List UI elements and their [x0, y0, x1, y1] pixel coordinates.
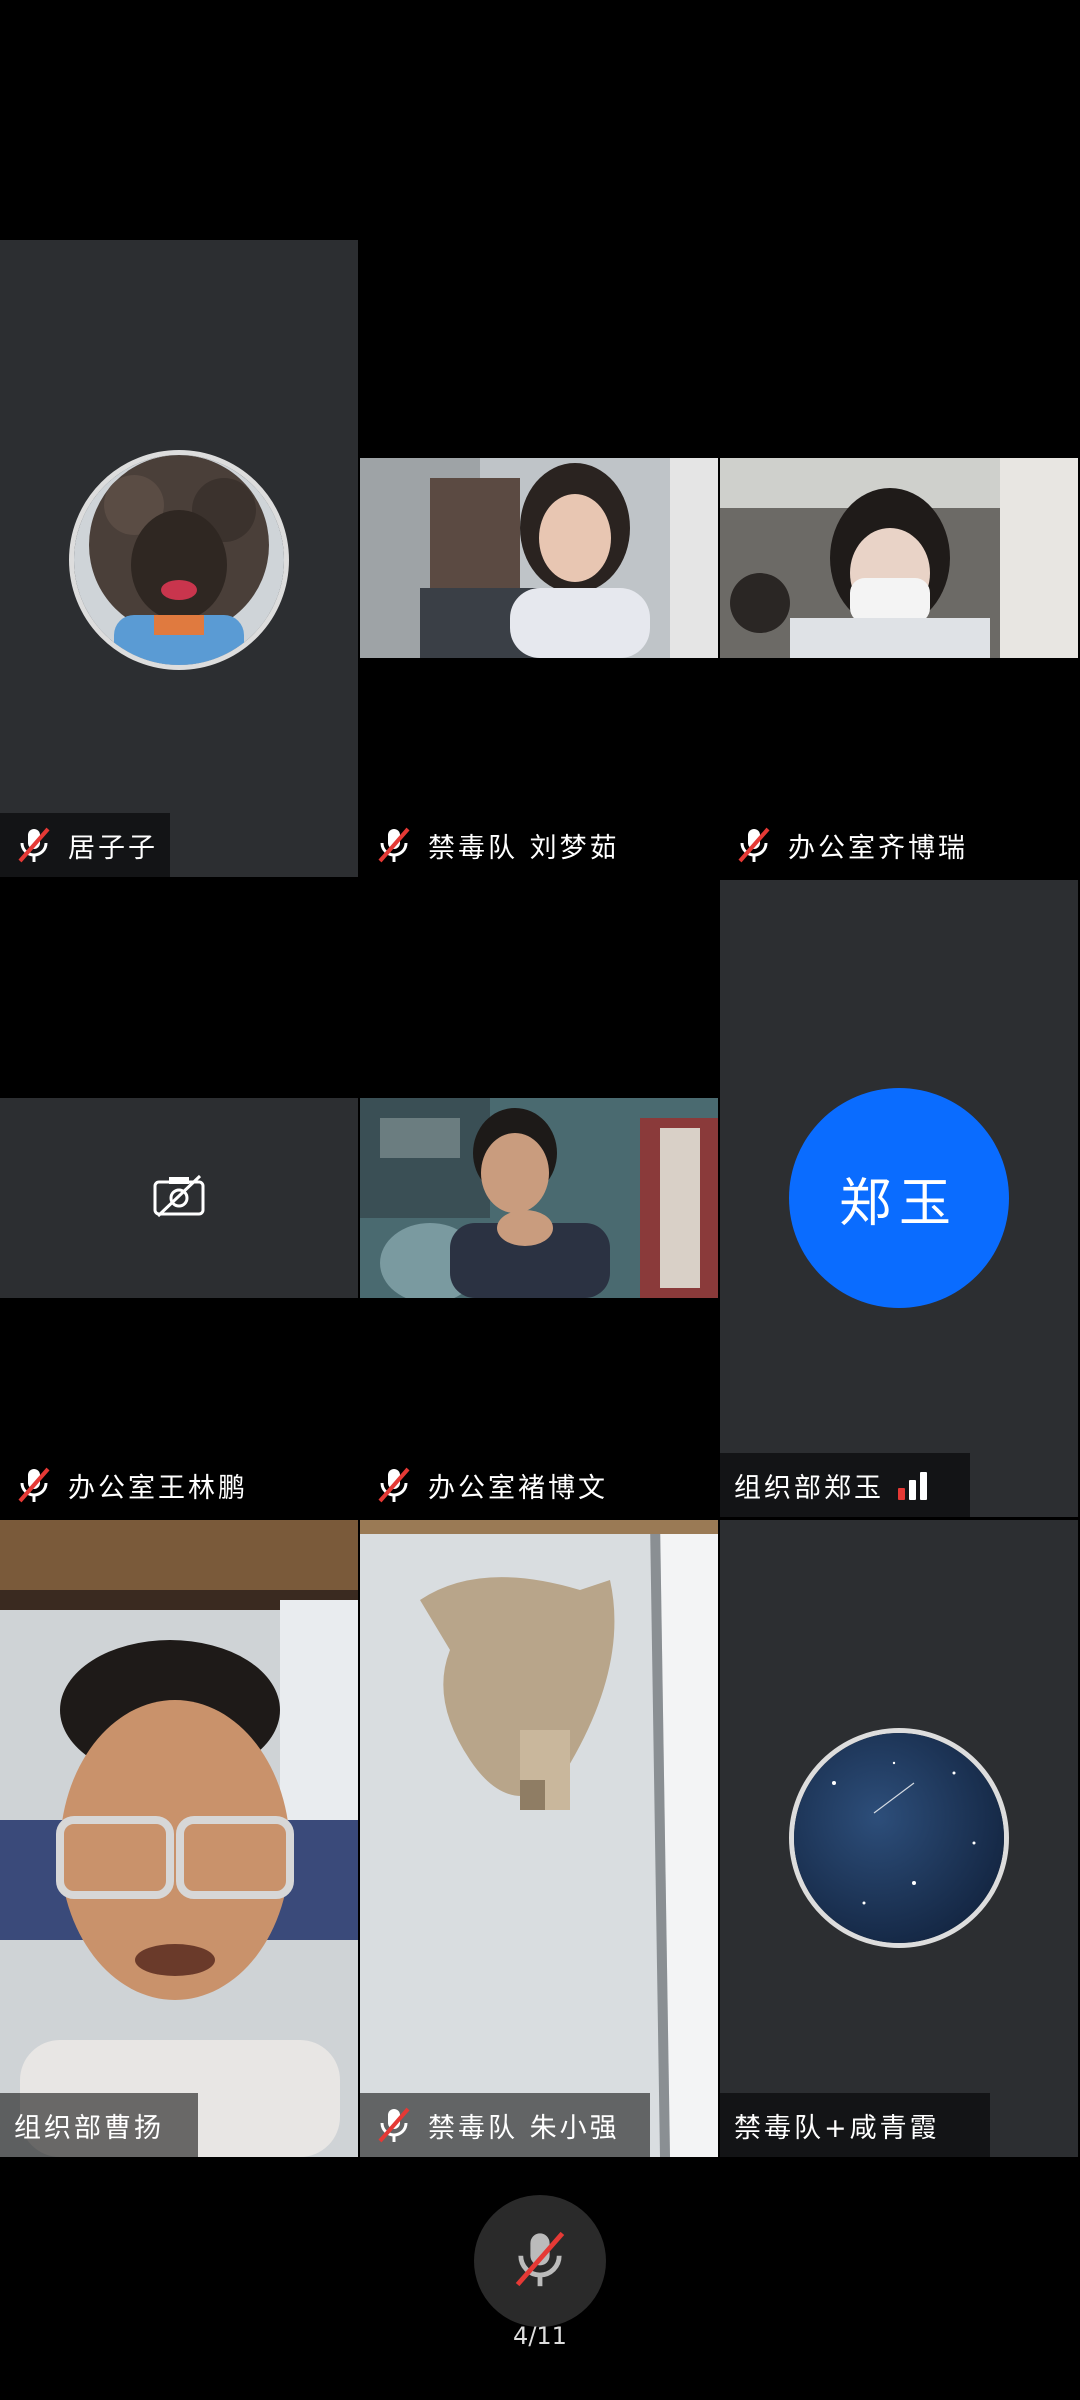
mic-off-icon — [508, 2227, 572, 2295]
participant-avatar — [69, 450, 289, 670]
participant-video — [360, 458, 718, 658]
mic-off-icon — [14, 825, 54, 865]
participant-tile-p8[interactable]: 禁毒队 朱小强 — [360, 1520, 718, 2157]
mic-off-icon — [374, 825, 414, 865]
participant-avatar: 郑玉 — [789, 1088, 1009, 1308]
mic-off-icon — [374, 2105, 414, 2145]
participant-name: 居子子 — [68, 832, 158, 864]
participant-video — [360, 1098, 718, 1303]
participant-name-bar: 办公室褚博文 — [360, 1453, 622, 1517]
avatar-initials: 郑玉 — [838, 1173, 959, 1234]
participant-name: 组织部郑玉 — [734, 1472, 884, 1504]
participant-name: 办公室王林鹏 — [68, 1472, 248, 1504]
participant-name-bar: 组织部郑玉 — [720, 1453, 970, 1517]
participant-tile-p7[interactable]: 组织部曹扬 — [0, 1520, 358, 2157]
mic-off-icon — [14, 1465, 54, 1505]
camera-off-icon — [152, 1174, 206, 1222]
mute-toggle-button[interactable] — [474, 2195, 606, 2327]
participant-name-bar: 居子子 — [0, 813, 170, 877]
participant-name: 禁毒队+咸青霞 — [734, 2112, 940, 2144]
participant-tile-p4[interactable]: 办公室王林鹏 — [0, 880, 358, 1517]
signal-strength-icon — [898, 1470, 927, 1500]
participant-avatar: 遇一个人真好心简单陪伴 — [789, 1728, 1009, 1948]
participant-video — [360, 1520, 718, 2157]
participant-tile-p2[interactable]: 禁毒队 刘梦茹 — [360, 240, 718, 877]
participant-name-bar: 禁毒队 刘梦茹 — [360, 813, 634, 877]
participant-tile-p9[interactable]: 遇一个人真好心简单陪伴 禁毒队+咸青霞 — [720, 1520, 1078, 2157]
participant-name: 禁毒队 刘梦茹 — [428, 832, 620, 864]
page-indicator: 4/11 — [513, 2322, 567, 2350]
participant-video — [720, 458, 1078, 658]
participant-name: 组织部曹扬 — [14, 2112, 164, 2144]
participant-name: 禁毒队 朱小强 — [428, 2112, 620, 2144]
participant-name-bar: 办公室齐博瑞 — [720, 813, 982, 877]
mic-off-icon — [374, 1465, 414, 1505]
participant-name-bar: 禁毒队 朱小强 — [360, 2093, 650, 2157]
participant-tile-p5[interactable]: 办公室褚博文 — [360, 880, 718, 1517]
participant-name: 办公室褚博文 — [428, 1472, 608, 1504]
participant-name-bar: 组织部曹扬 — [0, 2093, 198, 2157]
camera-off-panel — [0, 1098, 358, 1298]
participant-name-bar: 办公室王林鹏 — [0, 1453, 262, 1517]
participant-tile-p3[interactable]: 办公室齐博瑞 — [720, 240, 1078, 877]
participant-name-bar: 禁毒队+咸青霞 — [720, 2093, 990, 2157]
mic-off-icon — [734, 825, 774, 865]
participant-video — [0, 1520, 358, 2157]
participant-name: 办公室齐博瑞 — [788, 832, 968, 864]
participant-tile-p1[interactable]: 居子子 — [0, 240, 358, 877]
participant-tile-p6[interactable]: 郑玉 组织部郑玉 — [720, 880, 1078, 1517]
